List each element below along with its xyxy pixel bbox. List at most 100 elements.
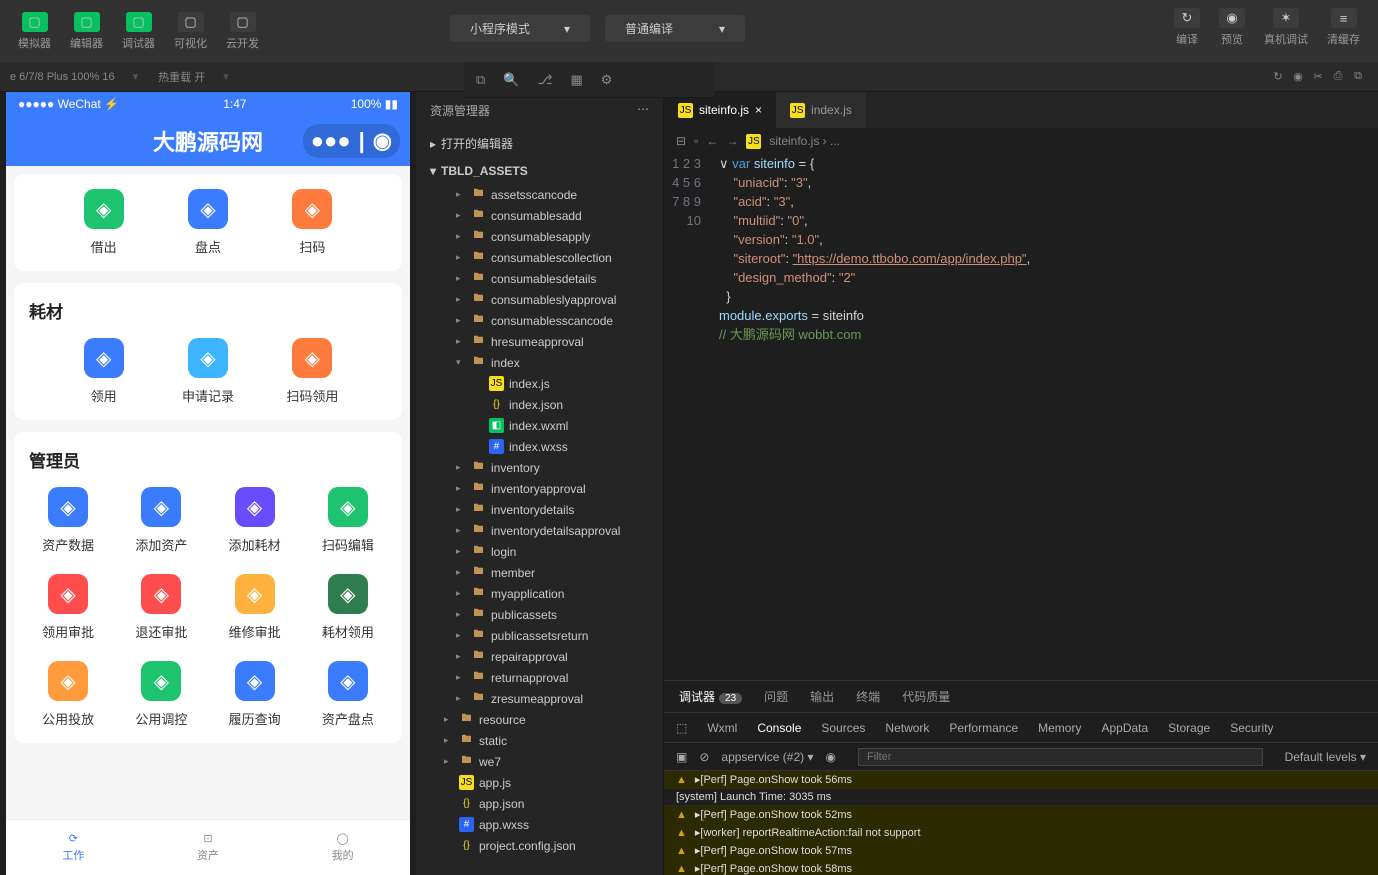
nav-fwd-icon[interactable]: → xyxy=(726,134,738,148)
tree-item[interactable]: ▸🖿zresumeapproval xyxy=(416,688,663,709)
code-editor[interactable]: 1 2 3 4 5 6 7 8 9 10 ∨ var siteinfo = { … xyxy=(664,154,1378,680)
tree-item[interactable]: ▸🖿publicassets xyxy=(416,604,663,625)
devtool-tab[interactable]: Security xyxy=(1230,721,1273,735)
tree-item[interactable]: ▸🖿consumablesadd xyxy=(416,205,663,226)
levels-select[interactable]: Default levels ▾ xyxy=(1285,750,1366,764)
files-icon[interactable]: ⧉ xyxy=(476,72,485,88)
mode-select[interactable]: 小程序模式▾ xyxy=(450,15,590,42)
clear-icon[interactable]: ⊘ xyxy=(699,750,709,764)
app-icon[interactable]: ◈盘点 xyxy=(158,189,257,256)
devtool-tab[interactable]: Network xyxy=(885,721,929,735)
device-label[interactable]: e 6/7/8 Plus 100% 16 xyxy=(10,71,115,83)
app-icon[interactable]: ◈添加耗材 xyxy=(211,487,299,554)
nav-back-icon[interactable]: ← xyxy=(706,134,718,148)
context-select[interactable]: appservice (#2) ▾ xyxy=(721,750,813,764)
app-icon[interactable]: ◈资产数据 xyxy=(24,487,112,554)
tree-item[interactable]: ▸🖿hresumeapproval xyxy=(416,331,663,352)
toolbar-btn[interactable]: ▢可视化 xyxy=(166,12,215,51)
debug-tab[interactable]: 问题 xyxy=(764,688,788,705)
hot-reload[interactable]: 热重载 开 xyxy=(158,69,205,85)
toolbar-right-btn[interactable]: ✶真机调试 xyxy=(1256,8,1316,47)
app-icon[interactable]: ◈申请记录 xyxy=(158,338,257,405)
tab-item[interactable]: ◯我的 xyxy=(275,820,410,875)
toolbar-btn[interactable]: ▢调试器 xyxy=(114,12,163,51)
tree-item[interactable]: ▸🖿inventorydetails xyxy=(416,499,663,520)
tree-item[interactable]: ▸🖿myapplication xyxy=(416,583,663,604)
tree-item[interactable]: ▸🖿login xyxy=(416,541,663,562)
tree-item[interactable]: ◧index.wxml xyxy=(416,415,663,436)
tree-item[interactable]: JSindex.js xyxy=(416,373,663,394)
tree-item[interactable]: ▸🖿inventorydetailsapproval xyxy=(416,520,663,541)
app-icon[interactable]: ◈履历查询 xyxy=(211,661,299,728)
cut-icon[interactable]: ✂ xyxy=(1308,67,1328,87)
tree-item[interactable]: #index.wxss xyxy=(416,436,663,457)
debug-tab[interactable]: 输出 xyxy=(810,688,834,705)
tree-item[interactable]: ▸🖿consumableslyapproval xyxy=(416,289,663,310)
record-icon[interactable]: ◉ xyxy=(1288,67,1308,87)
app-icon[interactable]: ◈公用调控 xyxy=(117,661,205,728)
app-icon[interactable]: ◈添加资产 xyxy=(117,487,205,554)
tree-item[interactable]: ▸🖿consumablesdetails xyxy=(416,268,663,289)
tree-item[interactable]: ▸🖿returnapproval xyxy=(416,667,663,688)
open-editors[interactable]: ▸ 打开的编辑器 xyxy=(416,129,663,158)
eye-icon[interactable]: ◉ xyxy=(825,750,835,764)
tree-item[interactable]: ▾🖿index xyxy=(416,352,663,373)
devtool-tab[interactable]: Wxml xyxy=(707,721,737,735)
tree-item[interactable]: ▸🖿static xyxy=(416,730,663,751)
tree-item[interactable]: ▸🖿repairapproval xyxy=(416,646,663,667)
settings-icon[interactable]: ⚙ xyxy=(601,72,613,88)
app-icon[interactable]: ◈领用审批 xyxy=(24,574,112,641)
devtool-tab[interactable]: Sources xyxy=(821,721,865,735)
filter-input[interactable] xyxy=(858,748,1263,766)
devtool-tab[interactable]: Storage xyxy=(1168,721,1210,735)
tree-item[interactable]: {}app.json xyxy=(416,793,663,814)
tree-item[interactable]: JSapp.js xyxy=(416,772,663,793)
tab-item[interactable]: ⊡资产 xyxy=(141,820,276,875)
tree-item[interactable]: #app.wxss xyxy=(416,814,663,835)
app-icon[interactable]: ◈扫码编辑 xyxy=(304,487,392,554)
tree-item[interactable]: ▸🖿assetsscancode xyxy=(416,184,663,205)
search-icon[interactable]: 🔍 xyxy=(503,72,519,88)
app-icon[interactable]: ◈耗材领用 xyxy=(304,574,392,641)
branch-icon[interactable]: ⎇ xyxy=(537,72,552,88)
tree-item[interactable]: ▸🖿publicassetsreturn xyxy=(416,625,663,646)
app-icon[interactable]: ◈扫码 xyxy=(263,189,362,256)
screenshot-icon[interactable]: ⎙ xyxy=(1328,67,1348,87)
tab-item[interactable]: ⟳工作 xyxy=(6,820,141,875)
save-icon[interactable]: ▫ xyxy=(694,134,698,148)
debug-tab[interactable]: 终端 xyxy=(856,688,880,705)
tree-item[interactable]: {}index.json xyxy=(416,394,663,415)
app-icon[interactable]: ◈公用投放 xyxy=(24,661,112,728)
app-icon[interactable]: ◈维修审批 xyxy=(211,574,299,641)
tree-item[interactable]: ▸🖿resource xyxy=(416,709,663,730)
more-icon[interactable]: ⋯ xyxy=(637,102,649,119)
tree-item[interactable]: {}project.config.json xyxy=(416,835,663,856)
breadcrumb[interactable]: ⊟ ▫ ← → JS siteinfo.js › ... xyxy=(664,128,1378,154)
tree-item[interactable]: ▸🖿member xyxy=(416,562,663,583)
tree-item[interactable]: ▸🖿consumablesapply xyxy=(416,226,663,247)
devtool-tab[interactable]: Performance xyxy=(949,721,1018,735)
refresh-icon[interactable]: ↻ xyxy=(1268,67,1288,87)
debug-tab[interactable]: 调试器23 xyxy=(679,688,742,705)
debug-tab[interactable]: 代码质量 xyxy=(902,688,950,705)
capsule[interactable]: ●●●|◉ xyxy=(303,124,400,158)
toolbar-right-btn[interactable]: ↻编译 xyxy=(1166,8,1208,47)
module-icon[interactable]: ▦ xyxy=(570,72,582,88)
devtool-tab[interactable]: Memory xyxy=(1038,721,1081,735)
devtool-tab[interactable]: Console xyxy=(757,721,801,735)
tree-item[interactable]: ▸🖿we7 xyxy=(416,751,663,772)
app-icon[interactable]: ◈领用 xyxy=(54,338,153,405)
app-icon[interactable]: ◈资产盘点 xyxy=(304,661,392,728)
back-icon[interactable]: ⊟ xyxy=(676,134,686,148)
toolbar-btn[interactable]: ▢模拟器 xyxy=(10,12,59,51)
app-icon[interactable]: ◈扫码领用 xyxy=(263,338,362,405)
inspect-icon[interactable]: ⬚ xyxy=(676,721,687,735)
popout-icon[interactable]: ⧉ xyxy=(1348,67,1368,87)
app-icon[interactable]: ◈借出 xyxy=(54,189,153,256)
app-icon[interactable]: ◈退还审批 xyxy=(117,574,205,641)
pause-icon[interactable]: ▣ xyxy=(676,750,687,764)
compile-select[interactable]: 普通编译▾ xyxy=(605,15,745,42)
tree-item[interactable]: ▸🖿inventoryapproval xyxy=(416,478,663,499)
tree-item[interactable]: ▸🖿inventory xyxy=(416,457,663,478)
close-icon[interactable]: × xyxy=(755,103,762,117)
